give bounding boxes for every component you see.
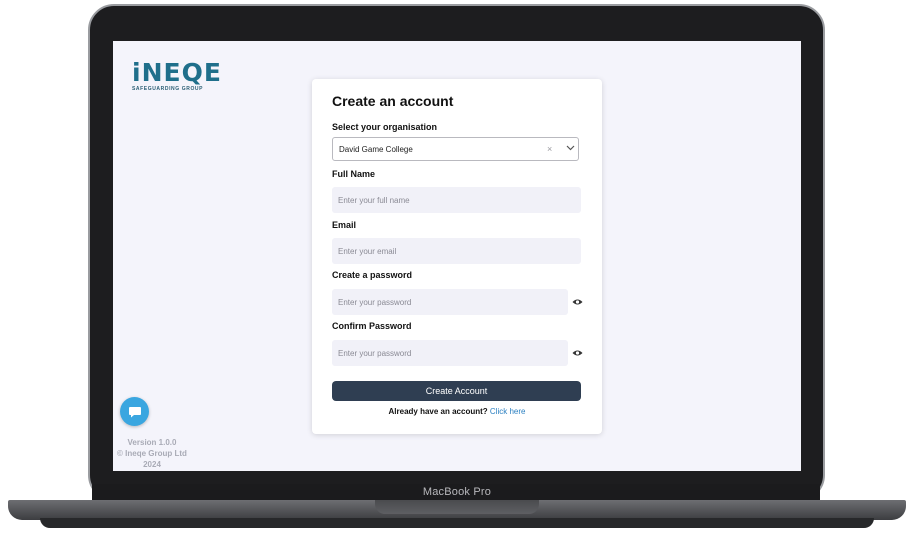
signin-prompt: Already have an account? Click here bbox=[312, 407, 602, 416]
clear-icon[interactable]: × bbox=[547, 144, 552, 154]
chevron-down-icon[interactable] bbox=[566, 145, 575, 151]
full-name-input[interactable] bbox=[332, 187, 581, 213]
eye-icon[interactable] bbox=[572, 349, 583, 357]
laptop-base-shadow bbox=[40, 518, 874, 528]
logo-wordmark: iNEQE bbox=[132, 58, 222, 87]
chat-bubble-icon bbox=[128, 406, 141, 417]
create-account-button[interactable]: Create Account bbox=[332, 381, 581, 401]
eye-icon[interactable] bbox=[572, 298, 583, 306]
email-input[interactable] bbox=[332, 238, 581, 264]
organisation-selected-value: David Game College bbox=[339, 145, 413, 154]
copyright-text: © Ineqe Group Ltd 2024 bbox=[117, 449, 187, 469]
password-label: Create a password bbox=[332, 270, 413, 280]
organisation-select[interactable]: David Game College × bbox=[332, 137, 579, 161]
page-title: Create an account bbox=[332, 93, 454, 109]
confirm-password-label: Confirm Password bbox=[332, 321, 412, 331]
laptop-notch bbox=[375, 500, 539, 514]
password-input[interactable] bbox=[332, 289, 568, 315]
version-text: Version 1.0.0 bbox=[127, 438, 177, 447]
organisation-label: Select your organisation bbox=[332, 122, 438, 132]
version-info: Version 1.0.0 © Ineqe Group Ltd 2024 bbox=[113, 437, 191, 470]
app-screen: iNEQE SAFEGUARDING GROUP Version 1.0.0 ©… bbox=[113, 41, 801, 471]
full-name-label: Full Name bbox=[332, 169, 376, 179]
email-label: Email bbox=[332, 220, 357, 230]
signin-link[interactable]: Click here bbox=[490, 407, 526, 416]
brand-logo: iNEQE SAFEGUARDING GROUP bbox=[132, 58, 222, 92]
confirm-password-input[interactable] bbox=[332, 340, 568, 366]
signin-prompt-text: Already have an account? bbox=[388, 407, 488, 416]
chat-button[interactable] bbox=[120, 397, 149, 426]
signup-card: Create an account Select your organisati… bbox=[312, 79, 602, 434]
device-model-label: MacBook Pro bbox=[422, 486, 492, 498]
